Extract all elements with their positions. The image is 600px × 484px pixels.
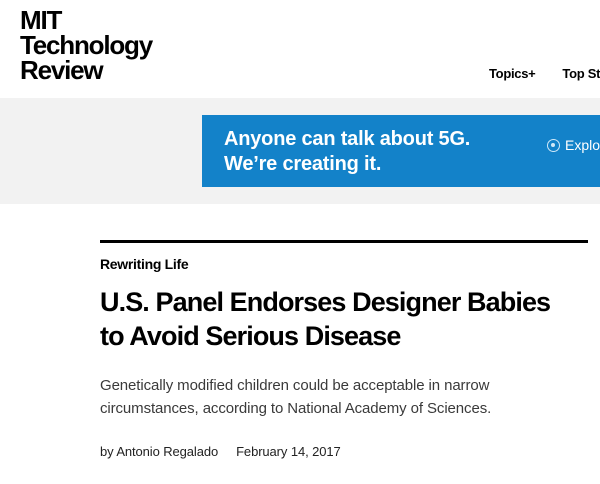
section-divider xyxy=(100,240,588,243)
ad-headline: Anyone can talk about 5G. We’re creating… xyxy=(224,127,470,177)
byline: by Antonio Regalado February 14, 2017 xyxy=(100,444,588,459)
article-dek: Genetically modified children could be a… xyxy=(100,377,492,417)
ad-line-1: Anyone can talk about 5G. xyxy=(224,128,471,150)
site-header: MIT Technology Review Topics+ Top Sto xyxy=(0,0,600,98)
author-link[interactable]: by Antonio Regalado xyxy=(100,444,218,459)
site-logo[interactable]: MIT Technology Review xyxy=(20,7,153,85)
ad-cta-label: Explo xyxy=(565,137,600,153)
target-icon xyxy=(547,138,560,152)
article-kicker[interactable]: Rewriting Life xyxy=(100,256,588,272)
logo-line-3: Review xyxy=(20,55,104,85)
nav-topics[interactable]: Topics+ xyxy=(489,66,536,81)
ad-cta[interactable]: Explo xyxy=(547,137,600,153)
ad-banner[interactable]: Anyone can talk about 5G. We’re creating… xyxy=(202,115,600,187)
article-headline: U.S. Panel Endorses Designer Babies to A… xyxy=(100,287,551,351)
ad-band: Anyone can talk about 5G. We’re creating… xyxy=(0,98,600,204)
main-nav: Topics+ Top Sto xyxy=(489,66,600,81)
ad-line-2: We’re creating it. xyxy=(224,153,382,175)
publish-date: February 14, 2017 xyxy=(236,444,341,459)
article-header: Rewriting Life U.S. Panel Endorses Desig… xyxy=(100,240,588,459)
nav-top-stories[interactable]: Top Sto xyxy=(562,66,600,81)
